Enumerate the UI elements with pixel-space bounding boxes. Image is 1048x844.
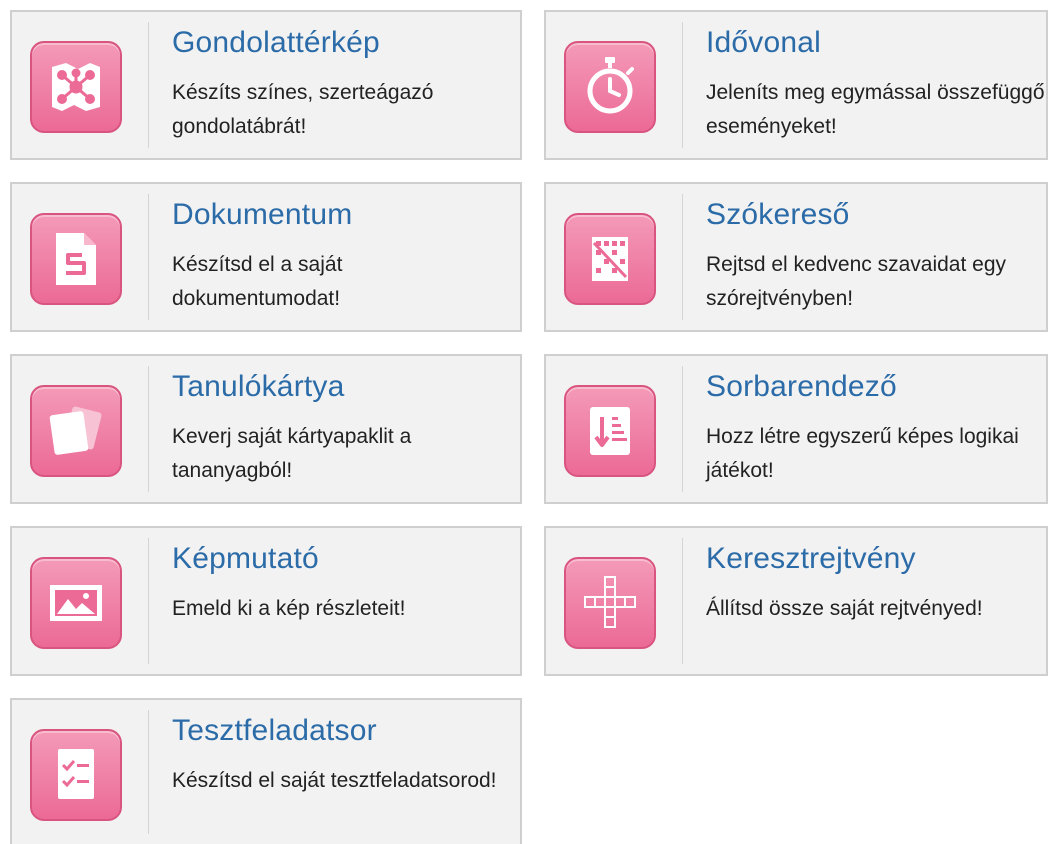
image-viewer-icon <box>30 557 122 649</box>
card-tanulokartya[interactable]: Tanulókártya Keverj saját kártyapaklit a… <box>10 354 522 504</box>
card-divider <box>148 710 149 834</box>
card-title: Sorbarendező <box>706 370 897 403</box>
stopwatch-icon <box>564 41 656 133</box>
card-description: Hozz létre egyszerű képes logikai játéko… <box>706 425 1019 482</box>
card-divider <box>148 22 149 148</box>
card-divider <box>148 538 149 664</box>
card-dokumentum[interactable]: Dokumentum Készítsd el a saját dokumentu… <box>10 182 522 332</box>
card-divider <box>682 366 683 492</box>
card-gondolatterkep[interactable]: Gondolattérkép Készíts színes, szerteága… <box>10 10 522 160</box>
card-description: Készítsd el saját tesztfeladatsorod! <box>172 769 497 792</box>
quiz-checklist-icon <box>30 729 122 821</box>
card-divider <box>148 194 149 320</box>
flashcards-icon <box>30 385 122 477</box>
card-title: Szókereső <box>706 198 850 231</box>
card-title: Gondolattérkép <box>172 26 380 59</box>
card-divider <box>682 194 683 320</box>
card-sorbarendezo[interactable]: Sorbarendező Hozz létre egyszerű képes l… <box>544 354 1048 504</box>
card-title: Idővonal <box>706 26 822 59</box>
card-title: Képmutató <box>172 542 319 575</box>
mindmap-icon <box>30 41 122 133</box>
card-title: Tesztfeladatsor <box>172 714 377 747</box>
card-description: Jeleníts meg egymással összefüggő esemén… <box>706 81 1045 138</box>
document-icon <box>30 213 122 305</box>
card-description: Emeld ki a kép részleteit! <box>172 597 406 620</box>
card-description: Rejtsd el kedvenc szavaidat egy szórejtv… <box>706 253 1006 310</box>
card-tesztfeladatsor[interactable]: Tesztfeladatsor Készítsd el saját tesztf… <box>10 698 522 844</box>
card-title: Keresztrejtvény <box>706 542 916 575</box>
card-description: Készítsd el a saját dokumentumodat! <box>172 253 343 310</box>
card-divider <box>682 22 683 148</box>
card-description: Készíts színes, szerteágazó gondolatábrá… <box>172 81 434 138</box>
card-description: Keverj saját kártyapaklit a tananyagból! <box>172 425 412 482</box>
card-title: Dokumentum <box>172 198 353 231</box>
card-keresztrejtveny[interactable]: Keresztrejtvény Állítsd össze saját rejt… <box>544 526 1048 676</box>
card-title: Tanulókártya <box>172 370 345 403</box>
card-description: Állítsd össze saját rejtvényed! <box>706 597 983 620</box>
card-divider <box>682 538 683 664</box>
card-idovonal[interactable]: Idővonal Jeleníts meg egymással összefüg… <box>544 10 1048 160</box>
card-kepmutato[interactable]: Képmutató Emeld ki a kép részleteit! <box>10 526 522 676</box>
sort-icon <box>564 385 656 477</box>
card-szokereso[interactable]: Szókereső Rejtsd el kedvenc szavaidat eg… <box>544 182 1048 332</box>
card-divider <box>148 366 149 492</box>
word-search-icon <box>564 213 656 305</box>
crossword-icon <box>564 557 656 649</box>
